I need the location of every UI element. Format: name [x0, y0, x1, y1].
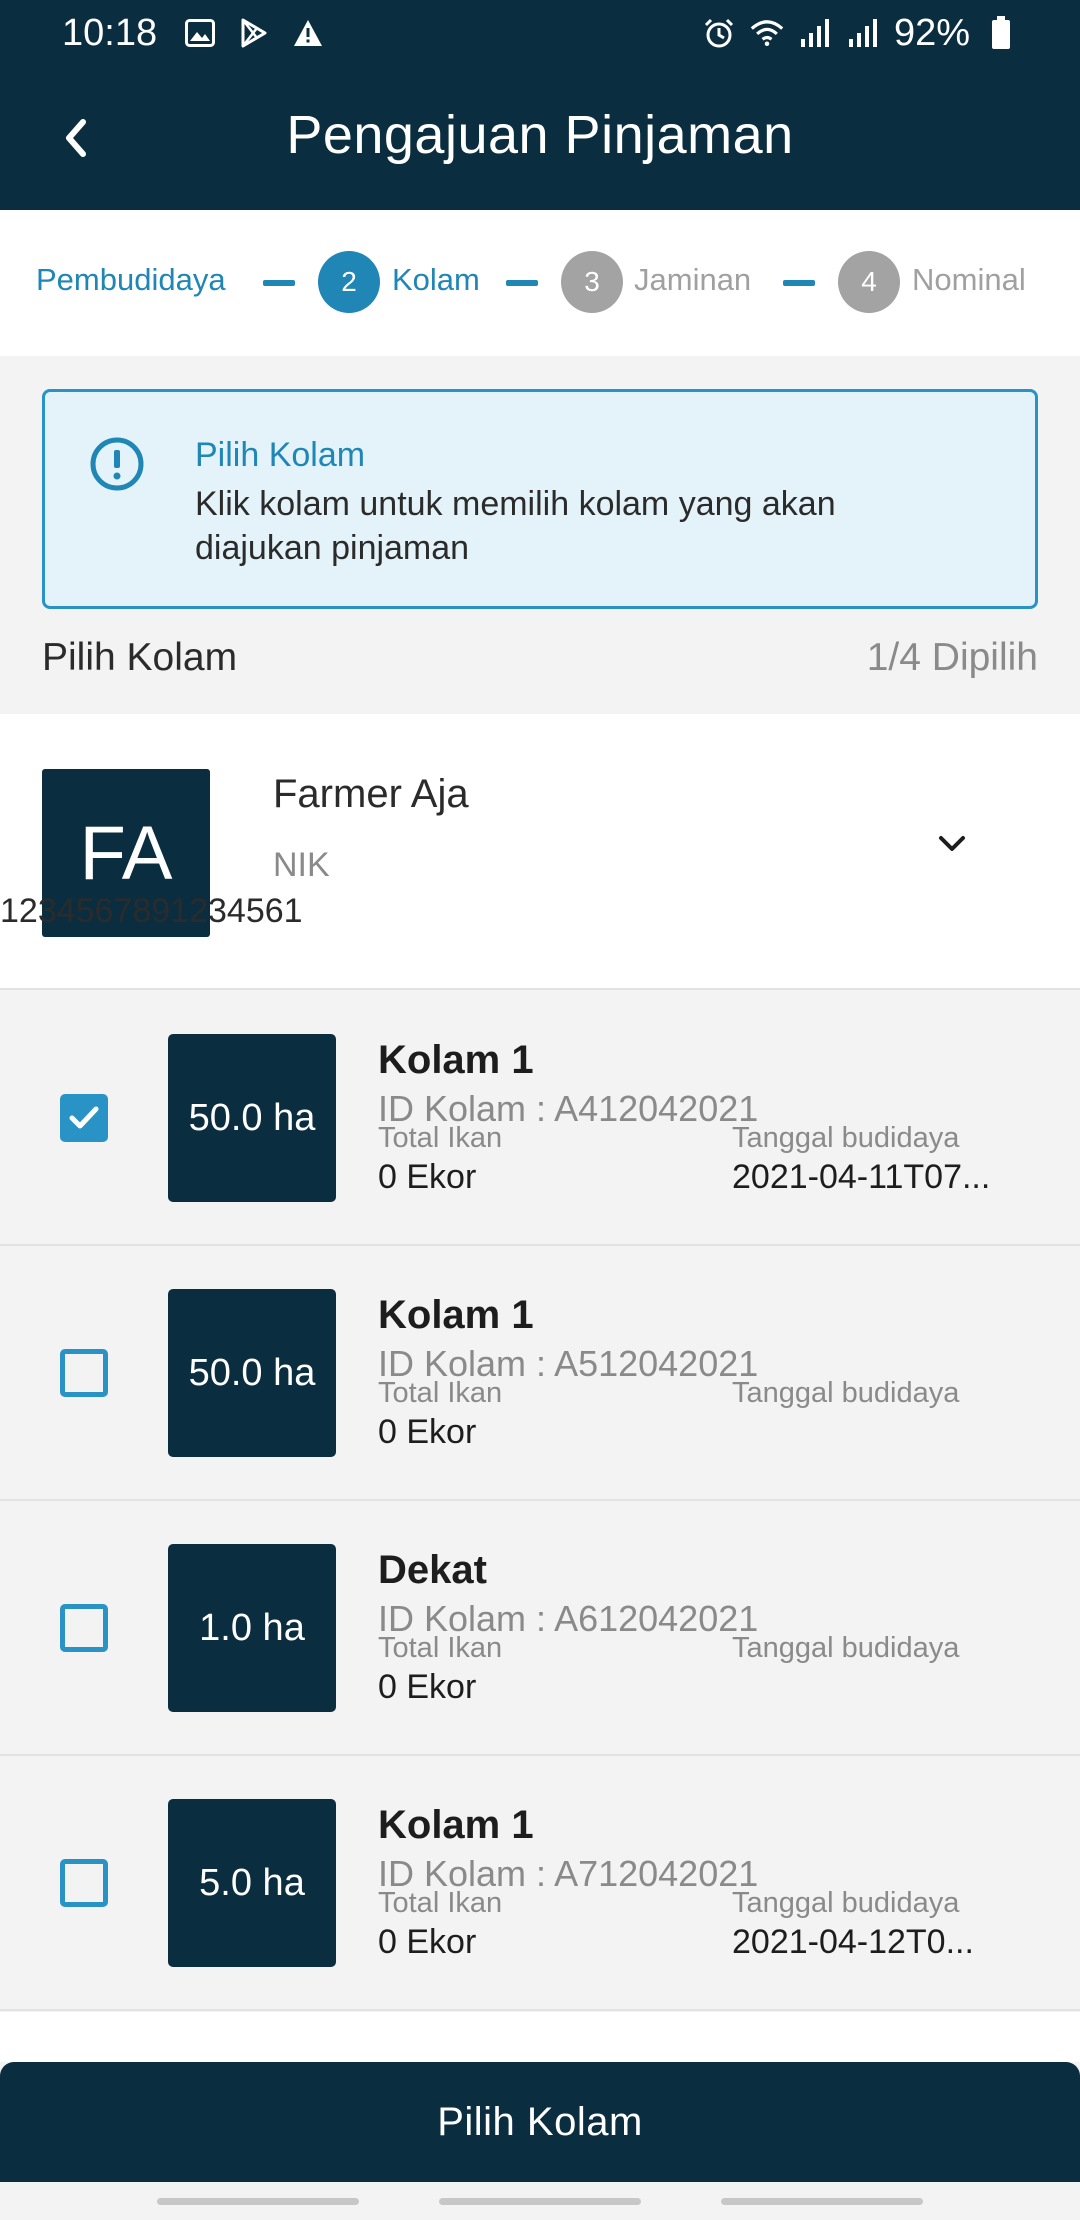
info-banner: Pilih Kolam Klik kolam untuk memilih kol…	[42, 389, 1038, 609]
culture-date-label: Tanggal budidaya	[732, 1122, 960, 1154]
fish-total-value: 0 Ekor	[378, 1158, 477, 1196]
pond-checkbox[interactable]	[60, 1604, 108, 1652]
fish-total-label: Total Ikan	[378, 1122, 503, 1154]
app-bar: Pengajuan Pinjaman	[0, 66, 1080, 210]
select-pond-button[interactable]: Pilih Kolam	[0, 2062, 1080, 2182]
page-title: Pengajuan Pinjaman	[286, 105, 794, 165]
info-title: Pilih Kolam	[195, 436, 366, 474]
culture-date-label: Tanggal budidaya	[732, 1632, 960, 1664]
chevron-down-icon	[939, 836, 965, 851]
system-nav-bar	[0, 2182, 1080, 2220]
wifi-icon	[750, 16, 784, 50]
fish-total-label: Total Ikan	[378, 1632, 503, 1664]
pond-item[interactable]: 50.0 ha Kolam 1 ID Kolam : A412042021 To…	[0, 992, 1080, 1246]
culture-date-value: 2021-04-11T07...	[732, 1158, 991, 1196]
signal-icon	[798, 16, 832, 50]
step-divider	[506, 280, 538, 286]
pond-checkbox[interactable]	[60, 1094, 108, 1142]
pond-checkbox[interactable]	[60, 1349, 108, 1397]
pond-name: Kolam 1	[378, 1038, 534, 1082]
nav-recents[interactable]	[157, 2198, 359, 2205]
status-time: 10:18	[62, 11, 158, 54]
info-body: Klik kolam untuk memilih kolam yang akan…	[195, 485, 836, 567]
stepper: Pembudidaya 2 Kolam 3 Jaminan 4 Nominal	[0, 210, 1080, 356]
pond-item[interactable]: 50.0 ha Kolam 1 ID Kolam : A512042021 To…	[0, 1247, 1080, 1501]
nav-home[interactable]	[439, 2198, 641, 2205]
alert-circle-icon	[90, 437, 144, 491]
step-divider	[263, 280, 295, 286]
nik-label: NIK	[273, 846, 330, 884]
battery-icon	[984, 16, 1018, 50]
step-number-2: 2	[318, 251, 380, 313]
fish-total-label: Total Ikan	[378, 1887, 503, 1919]
pond-name: Kolam 1	[378, 1803, 534, 1847]
farmer-card[interactable]: FA Farmer Aja NIK 1234567891234561	[0, 714, 1080, 990]
pond-area: 50.0 ha	[168, 1289, 336, 1457]
step-label-pembudidaya: Pembudidaya	[36, 262, 226, 297]
status-left-icons	[183, 16, 325, 50]
step-number-4: 4	[838, 251, 900, 313]
step-label-nominal: Nominal	[912, 262, 1026, 297]
battery-percent: 92%	[893, 11, 970, 54]
section-header: Pilih Kolam 1/4 Dipilih	[0, 630, 1080, 690]
culture-date-value: 2021-04-12T0...	[732, 1923, 974, 1961]
signal-icon	[846, 16, 880, 50]
fish-total-value: 0 Ekor	[378, 1413, 477, 1451]
step-label-jaminan: Jaminan	[634, 262, 752, 297]
farmer-name: Farmer Aja	[273, 772, 469, 816]
step-number-3: 3	[561, 251, 623, 313]
nav-back[interactable]	[721, 2198, 923, 2205]
culture-date-label: Tanggal budidaya	[732, 1377, 960, 1409]
pond-area: 5.0 ha	[168, 1799, 336, 1967]
step-label-kolam: Kolam	[392, 262, 480, 297]
pond-name: Kolam 1	[378, 1293, 534, 1337]
footer-spacer	[0, 2012, 1080, 2062]
fish-total-label: Total Ikan	[378, 1377, 503, 1409]
image-icon	[183, 16, 217, 50]
pond-area: 1.0 ha	[168, 1544, 336, 1712]
play-store-icon	[237, 16, 271, 50]
status-bar: 10:18 92%	[0, 0, 1080, 66]
section-title: Pilih Kolam	[42, 636, 238, 679]
selected-count: 1/4 Dipilih	[866, 636, 1038, 679]
pond-area: 50.0 ha	[168, 1034, 336, 1202]
step-divider	[783, 280, 815, 286]
warning-icon	[291, 16, 325, 50]
nik-value: 1234567891234561	[0, 892, 303, 930]
fish-total-value: 0 Ekor	[378, 1668, 477, 1706]
expand-button[interactable]	[928, 820, 976, 868]
fish-total-value: 0 Ekor	[378, 1923, 477, 1961]
status-right-icons: 92%	[702, 12, 1018, 55]
pond-checkbox[interactable]	[60, 1859, 108, 1907]
pond-item[interactable]: 1.0 ha Dekat ID Kolam : A612042021 Total…	[0, 1502, 1080, 1756]
check-icon	[69, 1106, 99, 1129]
pond-item[interactable]: 5.0 ha Kolam 1 ID Kolam : A712042021 Tot…	[0, 1757, 1080, 2011]
pond-name: Dekat	[378, 1548, 487, 1592]
alarm-icon	[702, 16, 736, 50]
culture-date-label: Tanggal budidaya	[732, 1887, 960, 1919]
